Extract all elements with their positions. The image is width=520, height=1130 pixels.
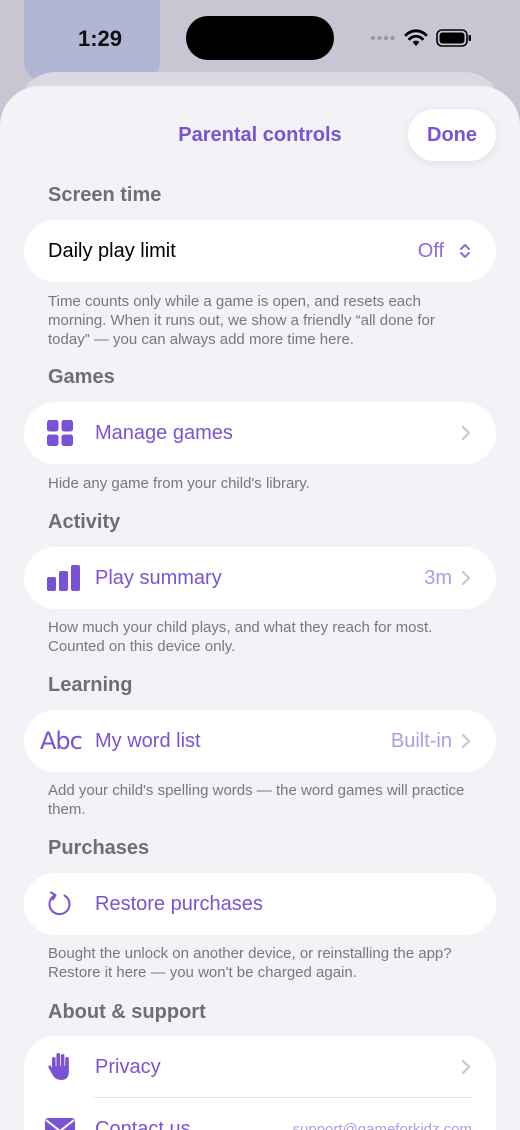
activity-footer: How much your child plays, and what they… (48, 619, 433, 655)
chevron-up-down-icon (460, 244, 470, 258)
contact-us-row[interactable]: Contact us support@gameforkidz.com (24, 1098, 496, 1130)
chevron-right-icon (461, 425, 471, 441)
section-title-screen-time: Screen time (48, 184, 162, 206)
play-summary-label: Play summary (95, 566, 222, 589)
status-bar: 1:29 (0, 0, 520, 76)
about-support-group: Privacy Contact us support@gameforkidz.c… (24, 1036, 496, 1130)
status-icons (370, 27, 472, 49)
done-button[interactable]: Done (408, 109, 496, 161)
restore-purchases-row[interactable]: Restore purchases (24, 873, 496, 935)
chevron-right-icon (461, 570, 471, 586)
section-title-games: Games (48, 366, 115, 388)
my-word-list-value: Built-in (390, 729, 452, 752)
hand-icon (40, 1047, 80, 1087)
daily-play-limit-label: Daily play limit (48, 239, 176, 262)
manage-games-row[interactable]: Manage games (24, 402, 496, 464)
chevron-right-icon (461, 1059, 471, 1075)
section-title-learning: Learning (48, 674, 133, 696)
battery-icon (436, 29, 471, 47)
contact-email-value: support@gameforkidz.com (292, 1120, 472, 1130)
play-summary-row[interactable]: Play summary 3m (24, 547, 496, 609)
screen-time-footer: Time counts only while a game is open, a… (48, 293, 435, 348)
section-title-activity: Activity (48, 511, 121, 533)
envelope-icon (40, 1109, 80, 1130)
abc-icon: Abc (40, 727, 83, 755)
my-word-list-row[interactable]: Abc My word list Built-in (24, 710, 496, 772)
wifi-icon (404, 29, 428, 46)
learning-footer: Add your child's spelling words — the wo… (48, 782, 465, 818)
chevron-right-icon (461, 733, 471, 749)
my-word-list-label: My word list (95, 729, 201, 752)
purchases-footer: Bought the unlock on another device, or … (48, 945, 452, 981)
section-title-purchases: Purchases (48, 837, 150, 859)
grid-icon (40, 413, 80, 453)
parental-controls-sheet: Parental controls Done Screen time Daily… (0, 86, 520, 1130)
dynamic-island (186, 16, 334, 60)
daily-play-limit-row[interactable]: Daily play limit Off (24, 220, 496, 282)
section-title-about-support: About & support (48, 1001, 206, 1023)
cellular-signal-icon (370, 35, 395, 41)
games-footer: Hide any game from your child's library. (48, 475, 310, 492)
bar-chart-icon (44, 558, 84, 598)
privacy-label: Privacy (95, 1055, 161, 1078)
restore-icon (40, 884, 80, 924)
status-time: 1:29 (78, 26, 123, 51)
contact-us-label: Contact us (95, 1117, 191, 1130)
play-summary-value: 3m (424, 566, 452, 589)
restore-purchases-label: Restore purchases (95, 892, 263, 915)
daily-play-limit-value: Off (417, 239, 444, 262)
privacy-row[interactable]: Privacy (24, 1036, 496, 1098)
manage-games-label: Manage games (95, 421, 233, 444)
